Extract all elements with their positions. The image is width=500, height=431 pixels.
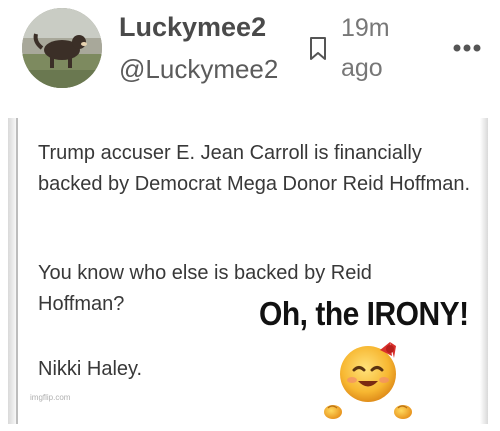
meme-caption: Oh, the IRONY! [259, 296, 469, 333]
image-border [16, 118, 18, 424]
laughing-emoji-icon [324, 342, 412, 419]
post-header: Luckymee2 @Luckymee2 19m ago [0, 0, 500, 112]
timestamp: 19m ago [341, 14, 390, 82]
avatar[interactable] [22, 8, 102, 88]
dog-avatar-icon [22, 8, 102, 88]
image-paragraph-1: Trump accuser E. Jean Carroll is financi… [38, 142, 471, 195]
more-horizontal-icon[interactable] [452, 42, 482, 54]
bookmark-icon[interactable] [308, 36, 328, 62]
image-paragraph-3: Nikki Haley. [38, 358, 143, 380]
display-name[interactable]: Luckymee2 [119, 12, 266, 43]
post-image[interactable]: Trump accuser E. Jean Carroll is financi… [8, 118, 488, 424]
watermark: imgflip.com [30, 393, 71, 402]
user-handle[interactable]: @Luckymee2 [119, 54, 278, 85]
image-edge-right [480, 118, 488, 424]
